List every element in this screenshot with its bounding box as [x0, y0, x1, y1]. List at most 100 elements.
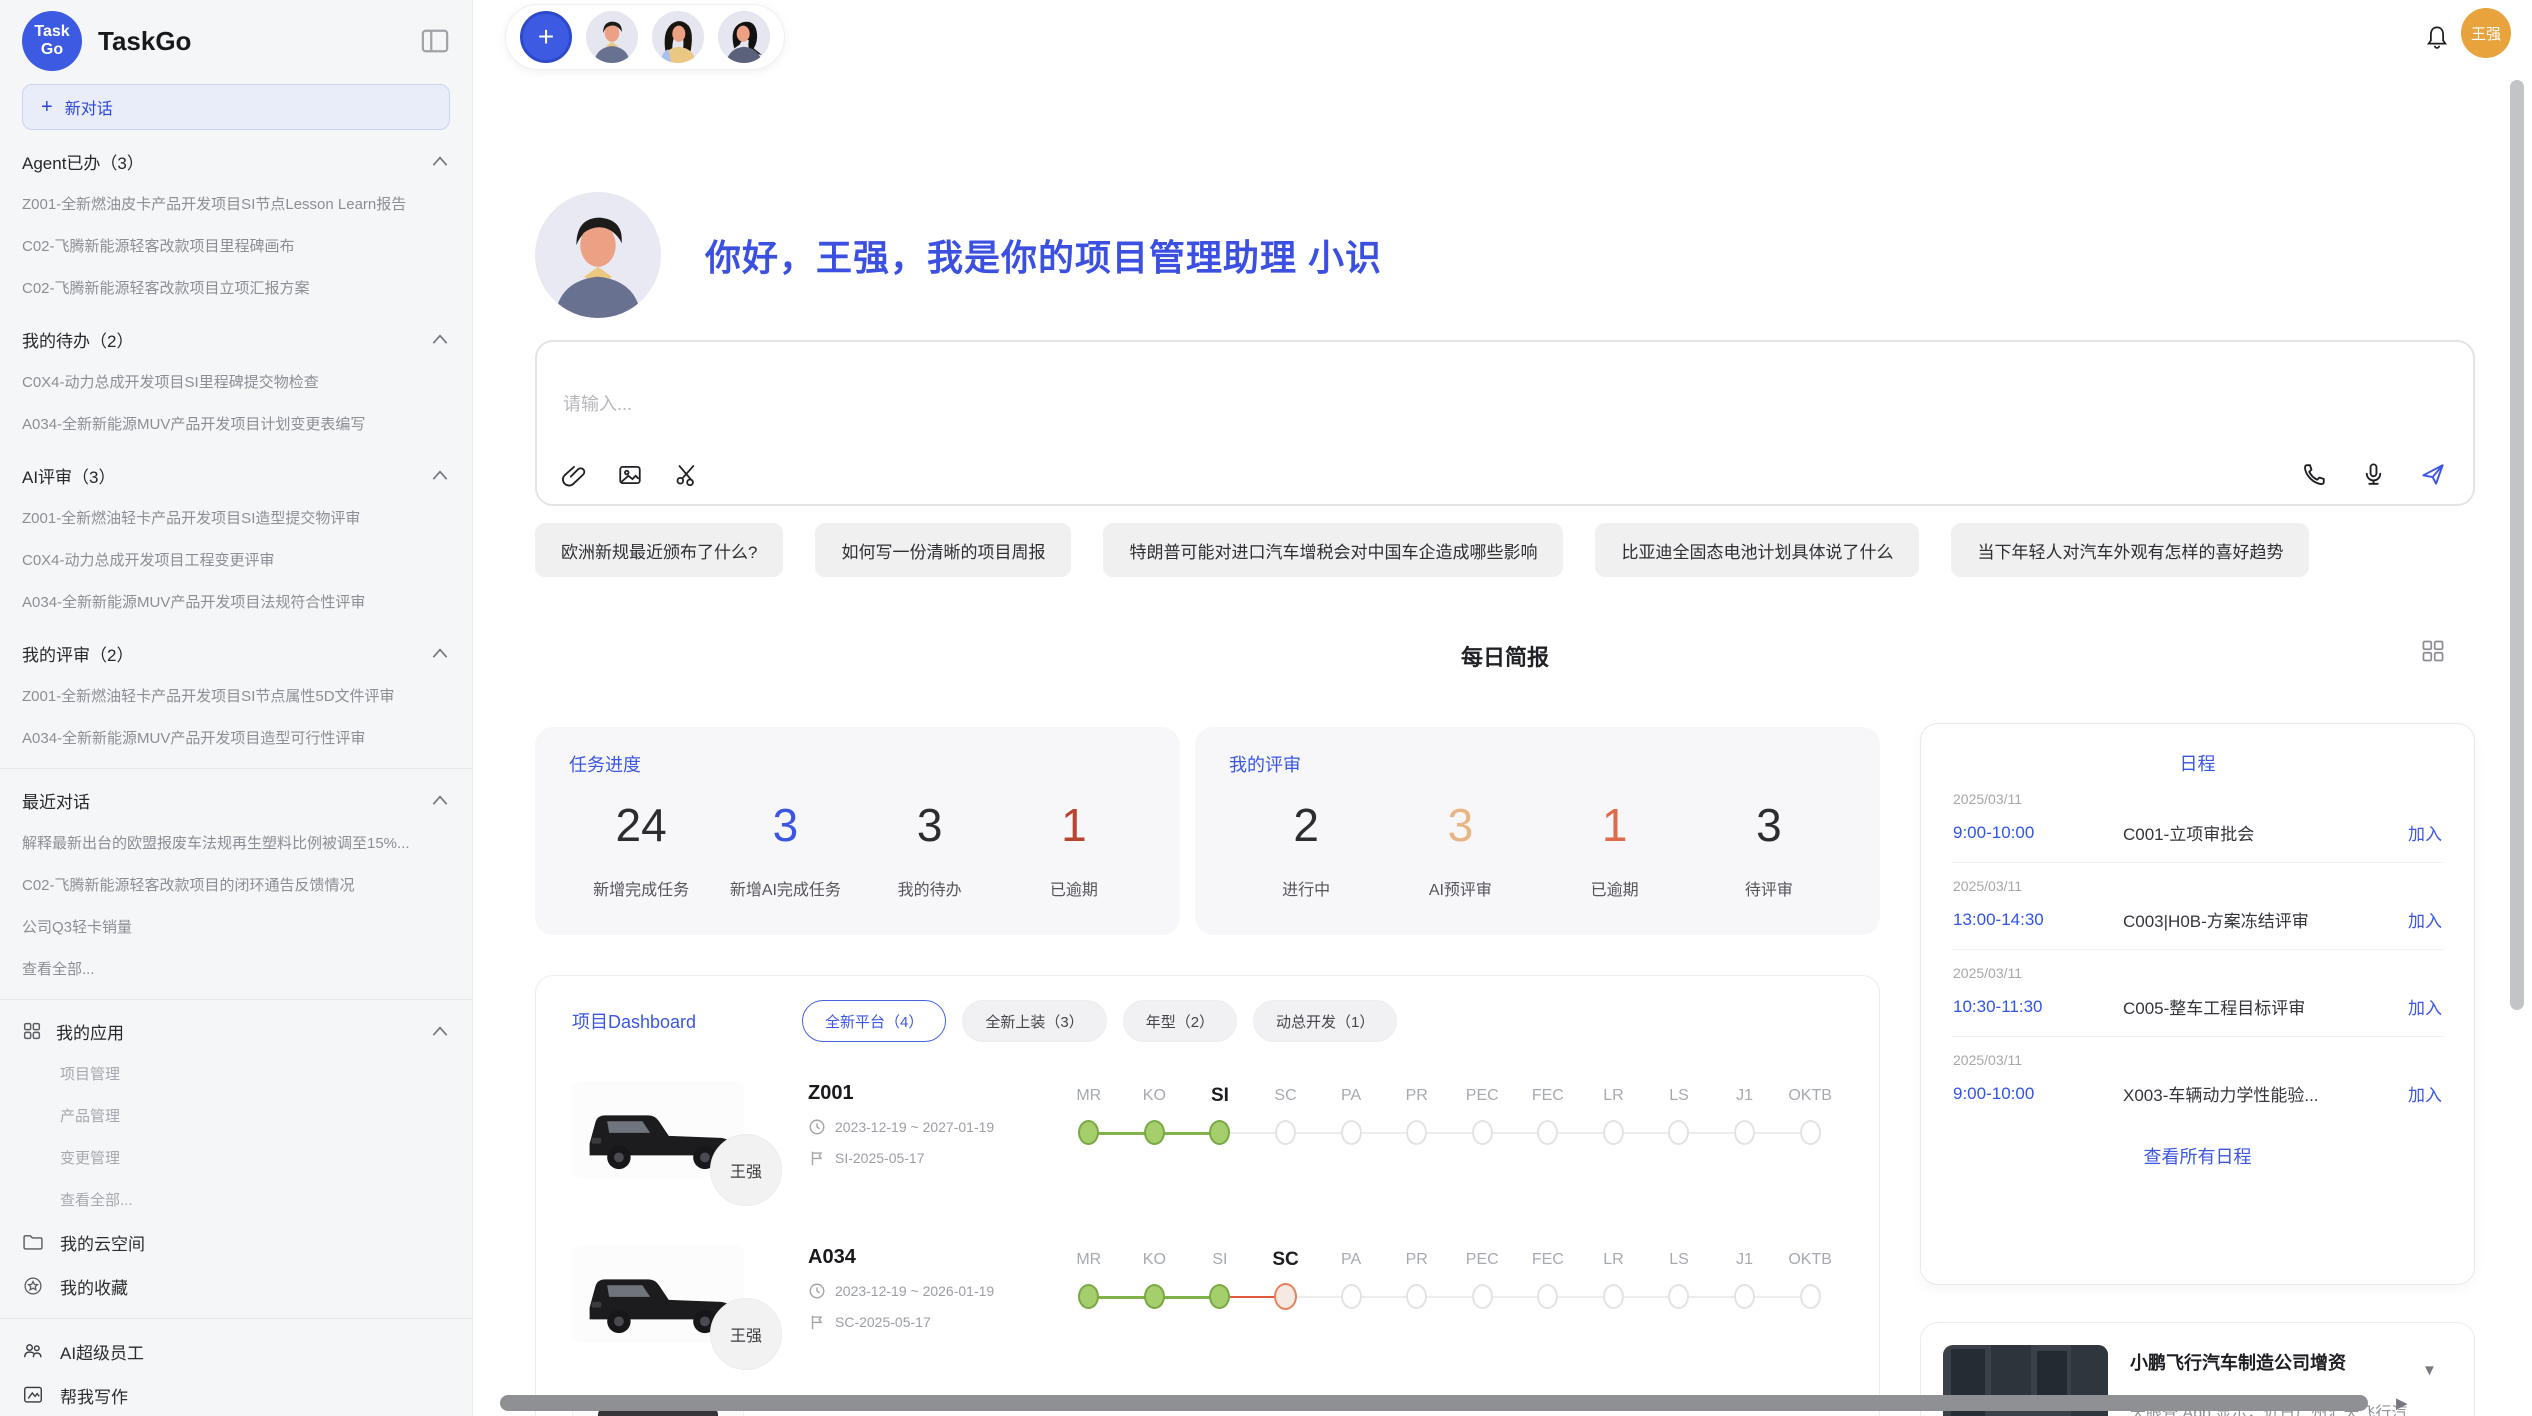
project-row[interactable]: 王强A0342023-12-19 ~ 2026-01-19SC-2025-05-… [572, 1230, 1843, 1370]
sidebar-item[interactable]: C02-飞腾新能源轻客改款项目里程碑画布 [22, 224, 450, 266]
voice-call-icon[interactable] [2301, 461, 2328, 488]
vertical-scrollbar[interactable] [2510, 80, 2524, 1010]
join-meeting-link[interactable]: 加入 [2408, 820, 2442, 845]
chevron-up-icon [430, 154, 450, 168]
app-item[interactable]: 查看全部... [22, 1178, 450, 1220]
suggestion-chip[interactable]: 特朗普可能对进口汽车增税会对中国车企造成哪些影响 [1103, 523, 1563, 577]
schedule-item: 2025/03/1110:30-11:30C005-整车工程目标评审加入 [1951, 950, 2444, 1037]
sidebar-group-title[interactable]: 我的待办（2） [22, 318, 450, 360]
recent-conversation-item[interactable]: 公司Q3轻卡销量 [22, 905, 450, 947]
app-item[interactable]: 变更管理 [22, 1136, 450, 1178]
milestone-station: KO [1122, 1246, 1188, 1370]
milestone-station: KO [1122, 1082, 1188, 1206]
horizontal-scrollbar[interactable] [500, 1395, 2368, 1411]
sidebar-item[interactable]: C0X4-动力总成开发项目SI里程碑提交物检查 [22, 360, 450, 402]
stat-block: 2进行中 [1229, 799, 1383, 900]
app-item[interactable]: 项目管理 [22, 1052, 450, 1094]
owner-badge: 王强 [710, 1134, 782, 1206]
briefing-stat-card: 我的评审2进行中3AI预评审1已逾期3待评审 [1195, 727, 1880, 935]
folder-icon [22, 1231, 44, 1253]
scroll-right-arrow[interactable]: ▶ [2396, 1394, 2408, 1412]
join-meeting-link[interactable]: 加入 [2408, 907, 2442, 932]
star-badge-icon [22, 1275, 44, 1297]
join-meeting-link[interactable]: 加入 [2408, 1081, 2442, 1106]
notification-bell-icon[interactable] [2423, 22, 2451, 52]
recent-conversation-item[interactable]: C02-飞腾新能源轻客改款项目的闭环通告反馈情况 [22, 863, 450, 905]
contact-avatar-2[interactable] [652, 11, 704, 63]
user-avatar[interactable]: 王强 [2461, 8, 2511, 58]
sidebar-tool[interactable]: 帮我写作 [22, 1373, 450, 1416]
milestone-dot [1800, 1284, 1821, 1309]
suggestion-chip[interactable]: 当下年轻人对汽车外观有怎样的喜好趋势 [1951, 523, 2309, 577]
sidebar-item[interactable]: C0X4-动力总成开发项目工程变更评审 [22, 538, 450, 580]
sidebar-item[interactable]: A034-全新新能源MUV产品开发项目计划变更表编写 [22, 402, 450, 444]
contact-avatar-1[interactable] [586, 11, 638, 63]
sidebar-group-apps[interactable]: 我的应用 [22, 1010, 450, 1052]
image-upload-icon[interactable] [617, 462, 643, 488]
briefing-stat-card: 任务进度24新增完成任务3新增AI完成任务3我的待办1已逾期 [535, 727, 1180, 935]
dashboard-tab[interactable]: 动总开发（1） [1253, 1000, 1397, 1042]
milestone-dot [1209, 1284, 1230, 1309]
sidebar-item[interactable]: Z001-全新燃油皮卡产品开发项目SI节点Lesson Learn报告 [22, 182, 450, 224]
milestone-station: PA [1318, 1246, 1384, 1370]
briefing-layout-icon[interactable] [2420, 638, 2446, 664]
screenshot-scissors-icon[interactable] [673, 462, 699, 488]
sidebar-shortcut[interactable]: 我的云空间 [22, 1220, 450, 1264]
sidebar-tool[interactable]: AI超级员工 [22, 1329, 450, 1373]
sidebar-group-title[interactable]: AI评审（3） [22, 454, 450, 496]
project-name: Z001 [808, 1082, 1056, 1105]
milestone-station: PR [1384, 1246, 1450, 1370]
app-item[interactable]: 产品管理 [22, 1094, 450, 1136]
milestone-station: PEC [1449, 1246, 1515, 1370]
view-all-schedule-link[interactable]: 查看所有日程 [1951, 1143, 2444, 1169]
milestone-station: LS [1646, 1246, 1712, 1370]
dashboard-tab[interactable]: 全新平台（4） [802, 1000, 946, 1042]
new-chat-button[interactable]: + 新对话 [22, 84, 450, 130]
milestone-dot [1472, 1120, 1493, 1145]
milestone-dot [1078, 1120, 1099, 1145]
milestone-station: SC [1253, 1082, 1319, 1206]
chat-input[interactable] [563, 382, 2163, 426]
dashboard-tab[interactable]: 年型（2） [1123, 1000, 1237, 1042]
recent-conversation-item[interactable]: 查看全部... [22, 947, 450, 989]
milestone-station: LS [1646, 1082, 1712, 1206]
suggestion-chip[interactable]: 如何写一份清晰的项目周报 [815, 523, 1071, 577]
milestone-station: OKTB [1777, 1246, 1843, 1370]
daily-briefing-title: 每日简报 [535, 640, 2475, 672]
schedule-title: 日程 [1951, 750, 2444, 776]
sidebar-item[interactable]: Z001-全新燃油轻卡产品开发项目SI节点属性5D文件评审 [22, 674, 450, 716]
recent-conversation-item[interactable]: 解释最新出台的欧盟报废车法规再生塑料比例被调至15%... [22, 821, 450, 863]
milestone-dot [1341, 1284, 1362, 1309]
add-contact-button[interactable]: + [520, 11, 572, 63]
attachment-icon[interactable] [561, 462, 587, 488]
sidebar-item[interactable]: A034-全新新能源MUV产品开发项目造型可行性评审 [22, 716, 450, 758]
stat-block: 3新增AI完成任务 [713, 799, 857, 900]
milestone-station: SC [1253, 1246, 1319, 1370]
milestone-station: J1 [1712, 1082, 1778, 1206]
people-icon [22, 1340, 44, 1362]
flag-icon [808, 1313, 826, 1331]
project-row[interactable]: 王强Z0012023-12-19 ~ 2027-01-19SI-2025-05-… [572, 1066, 1843, 1206]
chevron-up-icon [430, 646, 450, 660]
schedule-item: 2025/03/119:00-10:00X003-车辆动力学性能验...加入 [1951, 1037, 2444, 1123]
sidebar-group-title[interactable]: 我的评审（2） [22, 632, 450, 674]
sidebar-item[interactable]: C02-飞腾新能源轻客改款项目立项汇报方案 [22, 266, 450, 308]
suggestion-chip[interactable]: 比亚迪全固态电池计划具体说了什么 [1595, 523, 1919, 577]
project-dashboard-card: 项目Dashboard 全新平台（4）全新上装（3）年型（2）动总开发（1） 王… [535, 975, 1880, 1416]
sidebar-group-title[interactable]: Agent已办（3） [22, 140, 450, 182]
microphone-icon[interactable] [2360, 461, 2387, 488]
schedule-item: 2025/03/119:00-10:00C001-立项审批会加入 [1951, 776, 2444, 863]
collapse-sidebar-icon[interactable] [420, 27, 450, 55]
sidebar-item[interactable]: Z001-全新燃油轻卡产品开发项目SI造型提交物评审 [22, 496, 450, 538]
join-meeting-link[interactable]: 加入 [2408, 994, 2442, 1019]
dashboard-tab[interactable]: 全新上装（3） [962, 1000, 1106, 1042]
scroll-down-arrow[interactable]: ▼ [2422, 1362, 2437, 1379]
sidebar-group-recent[interactable]: 最近对话 [22, 779, 450, 821]
suggestion-chip[interactable]: 欧洲新规最近颁布了什么? [535, 523, 783, 577]
sidebar: Task Go TaskGo + 新对话 Agent已办（3）Z001-全新燃油… [0, 0, 473, 1416]
sidebar-item[interactable]: A034-全新新能源MUV产品开发项目法规符合性评审 [22, 580, 450, 622]
contact-avatar-3[interactable] [718, 11, 770, 63]
writing-icon [22, 1384, 44, 1406]
sidebar-shortcut[interactable]: 我的收藏 [22, 1264, 450, 1308]
send-icon[interactable] [2419, 460, 2447, 488]
